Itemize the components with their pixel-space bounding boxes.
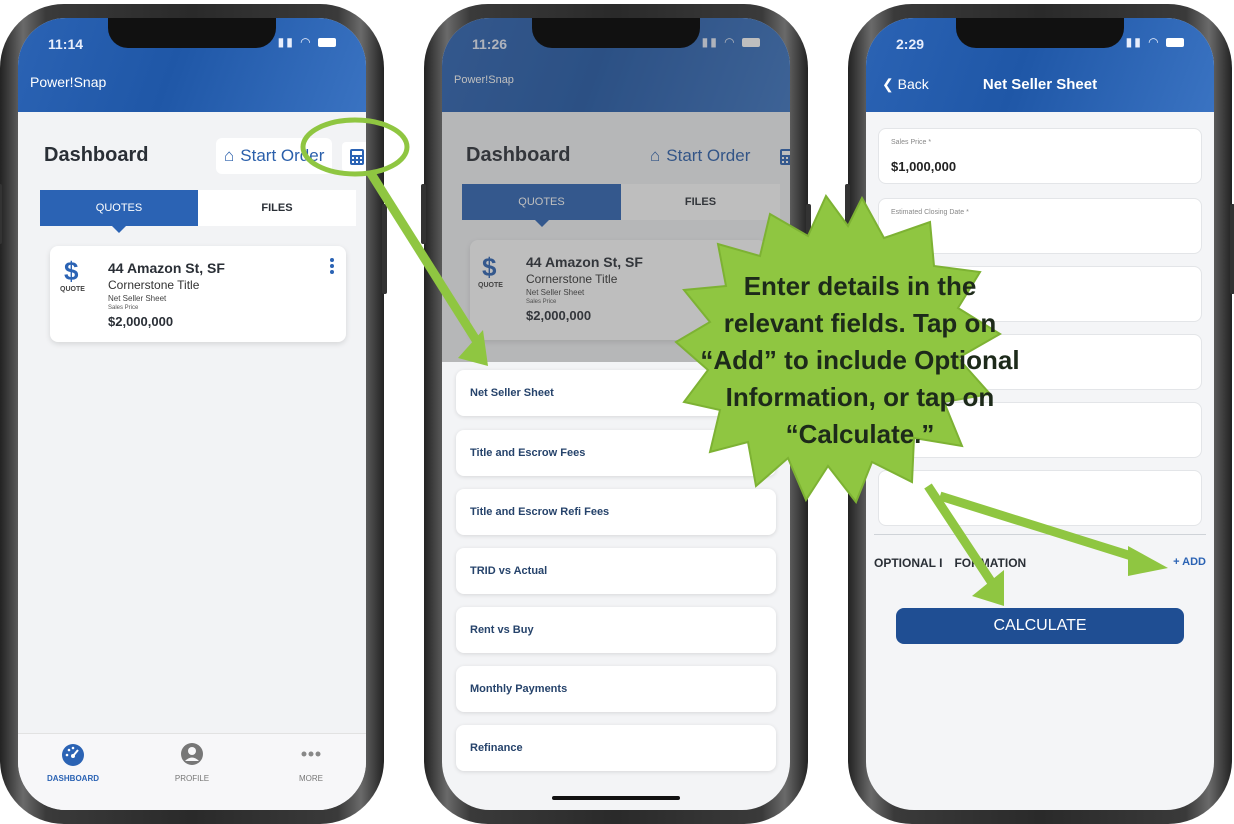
callout-line: “Calculate.” [785,419,935,449]
callout-line: Enter details in the [743,271,977,301]
highlight-ellipse [300,117,410,177]
callout-line: “Add” to include Optional [700,345,1020,375]
callout-line: relevant fields. Tap on [723,308,997,338]
callout-text: Enter details in the relevant fields. Ta… [665,268,1055,453]
arrow-head [1128,546,1168,576]
callout-line: Information, or tap on [725,382,995,412]
arrow-shaft [366,169,480,343]
